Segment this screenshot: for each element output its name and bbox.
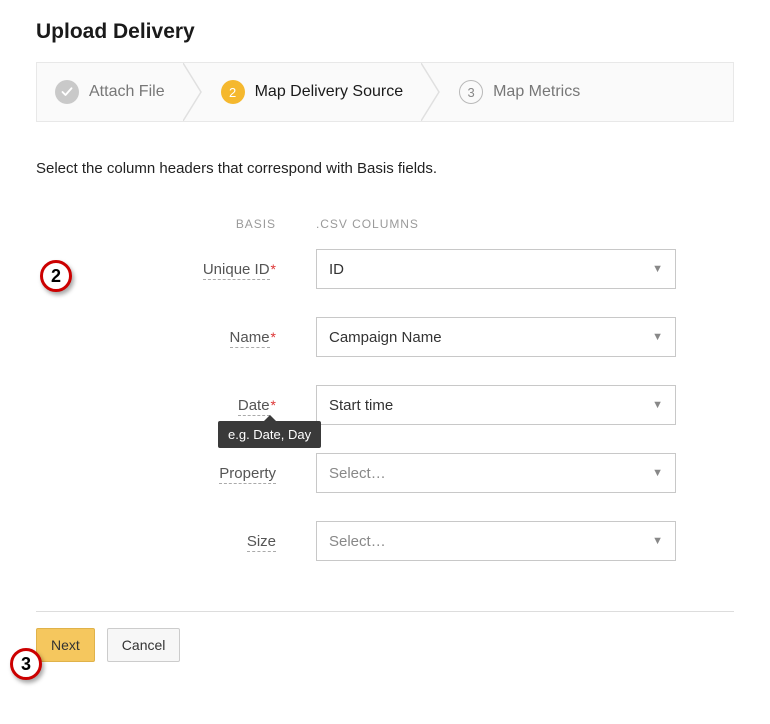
field-label: Size <box>247 533 276 552</box>
footer-actions: Next Cancel <box>36 628 734 662</box>
unique-id-select[interactable]: ID ▼ <box>316 249 676 289</box>
required-indicator: * <box>271 397 276 413</box>
step-label: Map Metrics <box>493 83 580 101</box>
required-indicator: * <box>271 329 276 345</box>
instructions-text: Select the column headers that correspon… <box>36 160 734 177</box>
chevron-down-icon: ▼ <box>652 399 663 411</box>
annotation-callout-3: 3 <box>10 648 42 680</box>
select-value: Start time <box>329 397 393 414</box>
annotation-callout-2: 2 <box>40 260 72 292</box>
chevron-down-icon: ▼ <box>652 263 663 275</box>
field-row-name: Name* Campaign Name ▼ <box>116 317 734 357</box>
step-attach-file[interactable]: Attach File <box>37 63 183 121</box>
field-row-property: Property Select… ▼ <box>116 453 734 493</box>
page-title: Upload Delivery <box>36 20 734 44</box>
name-select[interactable]: Campaign Name ▼ <box>316 317 676 357</box>
field-label: Name <box>230 329 270 348</box>
select-value: Campaign Name <box>329 329 442 346</box>
check-icon <box>55 80 79 104</box>
step-label: Attach File <box>89 83 165 101</box>
field-label: Date <box>238 397 270 416</box>
select-placeholder: Select… <box>329 533 386 550</box>
select-value: ID <box>329 261 344 278</box>
size-select[interactable]: Select… ▼ <box>316 521 676 561</box>
step-number: 2 <box>221 80 245 104</box>
chevron-down-icon: ▼ <box>652 331 663 343</box>
column-header-csv: .CSV COLUMNS <box>316 217 419 231</box>
next-button[interactable]: Next <box>36 628 95 662</box>
required-indicator: * <box>271 261 276 277</box>
step-map-delivery-source[interactable]: 2 Map Delivery Source <box>203 63 422 121</box>
field-label: Unique ID <box>203 261 270 280</box>
field-row-unique-id: Unique ID* ID ▼ <box>116 249 734 289</box>
select-placeholder: Select… <box>329 465 386 482</box>
step-number: 3 <box>459 80 483 104</box>
cancel-button[interactable]: Cancel <box>107 628 181 662</box>
date-tooltip: e.g. Date, Day <box>218 421 321 448</box>
field-label: Property <box>219 465 276 484</box>
field-row-date: Date* Start time ▼ e.g. Date, Day <box>116 385 734 425</box>
date-select[interactable]: Start time ▼ <box>316 385 676 425</box>
chevron-down-icon: ▼ <box>652 535 663 547</box>
step-label: Map Delivery Source <box>255 83 404 101</box>
footer-separator <box>36 611 734 612</box>
step-map-metrics[interactable]: 3 Map Metrics <box>441 63 598 121</box>
stepper: Attach File 2 Map Delivery Source 3 Map … <box>36 62 734 122</box>
chevron-down-icon: ▼ <box>652 467 663 479</box>
field-row-size: Size Select… ▼ <box>116 521 734 561</box>
column-header-basis: BASIS <box>116 217 316 231</box>
step-separator <box>421 63 441 121</box>
step-separator <box>183 63 203 121</box>
property-select[interactable]: Select… ▼ <box>316 453 676 493</box>
